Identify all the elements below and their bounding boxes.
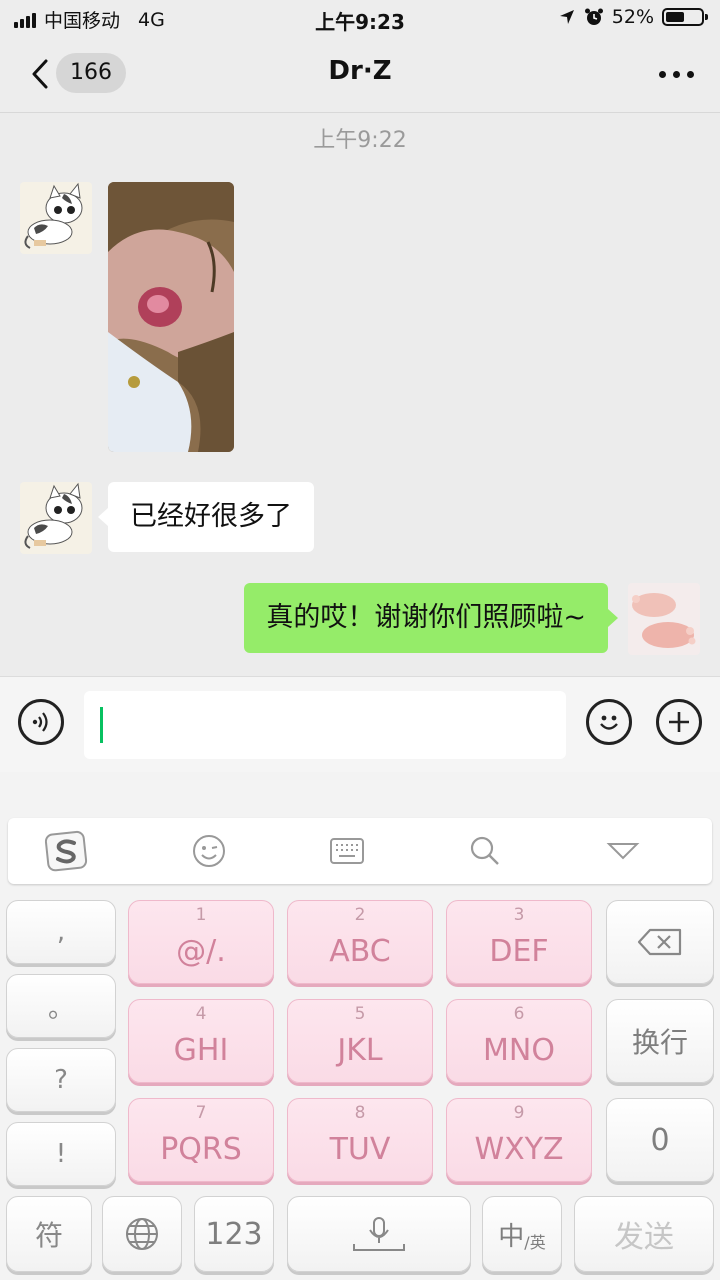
- key-2[interactable]: 2 ABC: [287, 900, 433, 984]
- voice-icon: [32, 712, 48, 732]
- my-avatar[interactable]: [628, 583, 700, 655]
- key-question[interactable]: ?: [6, 1048, 116, 1112]
- status-bar: 中国移动 4G 上午9:23 52%: [0, 0, 720, 36]
- sent-message-bubble[interactable]: 真的哎！谢谢你们照顾啦~: [244, 583, 618, 653]
- sogou-logo-icon[interactable]: [44, 828, 90, 874]
- key-3[interactable]: 3 DEF: [446, 900, 592, 984]
- numeric-key[interactable]: 123: [194, 1196, 274, 1272]
- text-cursor: [100, 707, 103, 743]
- message-input-bar: [0, 676, 720, 773]
- location-icon: [559, 10, 574, 24]
- hide-keyboard-icon[interactable]: [600, 828, 646, 874]
- microphone-icon: [353, 1217, 405, 1251]
- globe-key[interactable]: [102, 1196, 182, 1272]
- voice-input-button[interactable]: [18, 699, 64, 745]
- key-5[interactable]: 5 JKL: [287, 999, 433, 1083]
- enter-key[interactable]: 换行: [606, 999, 714, 1083]
- key-4[interactable]: 4 GHI: [128, 999, 274, 1083]
- message-timestamp: 上午9:22: [313, 128, 407, 153]
- key-0[interactable]: 0: [606, 1098, 714, 1182]
- symbol-key[interactable]: 符: [6, 1196, 92, 1272]
- send-key[interactable]: 发送: [574, 1196, 714, 1272]
- emoji-icon: [600, 715, 618, 730]
- key-7[interactable]: 7 PQRS: [128, 1098, 274, 1182]
- keyboard: , 。 ? ! 1 @/. 2 ABC 3 DEF 4 GHI 5 JKL 6 …: [0, 772, 720, 1280]
- keyboard-switch-icon[interactable]: [324, 828, 370, 874]
- battery-icon: [662, 8, 708, 26]
- message-input[interactable]: [84, 691, 566, 759]
- battery-percent: 52%: [611, 6, 654, 28]
- search-icon[interactable]: [462, 828, 508, 874]
- image-message[interactable]: [108, 182, 234, 452]
- key-1[interactable]: 1 @/.: [128, 900, 274, 984]
- emoji-button[interactable]: [586, 699, 632, 745]
- key-period[interactable]: 。: [6, 974, 116, 1038]
- plus-icon: [669, 712, 689, 732]
- alarm-icon: [584, 8, 603, 25]
- chat-header: 166 Dr·Z: [0, 36, 720, 113]
- key-6[interactable]: 6 MNO: [446, 999, 592, 1083]
- key-exclamation[interactable]: !: [6, 1122, 116, 1186]
- key-comma[interactable]: ,: [6, 900, 116, 964]
- language-switch-key[interactable]: 中/英: [482, 1196, 562, 1272]
- space-key[interactable]: [287, 1196, 471, 1272]
- globe-icon: [126, 1218, 158, 1250]
- backspace-icon: [637, 928, 682, 956]
- emoji-panel-icon[interactable]: [186, 828, 232, 874]
- key-8[interactable]: 8 TUV: [287, 1098, 433, 1182]
- key-9[interactable]: 9 WXYZ: [446, 1098, 592, 1182]
- chat-title: Dr·Z: [328, 56, 392, 86]
- keyboard-toolbar: [8, 818, 712, 884]
- more-functions-button[interactable]: [656, 699, 702, 745]
- contact-avatar[interactable]: [20, 182, 92, 254]
- backspace-key[interactable]: [606, 900, 714, 984]
- more-options-button[interactable]: [659, 60, 694, 88]
- contact-avatar[interactable]: [20, 482, 92, 554]
- received-message-bubble[interactable]: 已经好很多了: [98, 482, 314, 552]
